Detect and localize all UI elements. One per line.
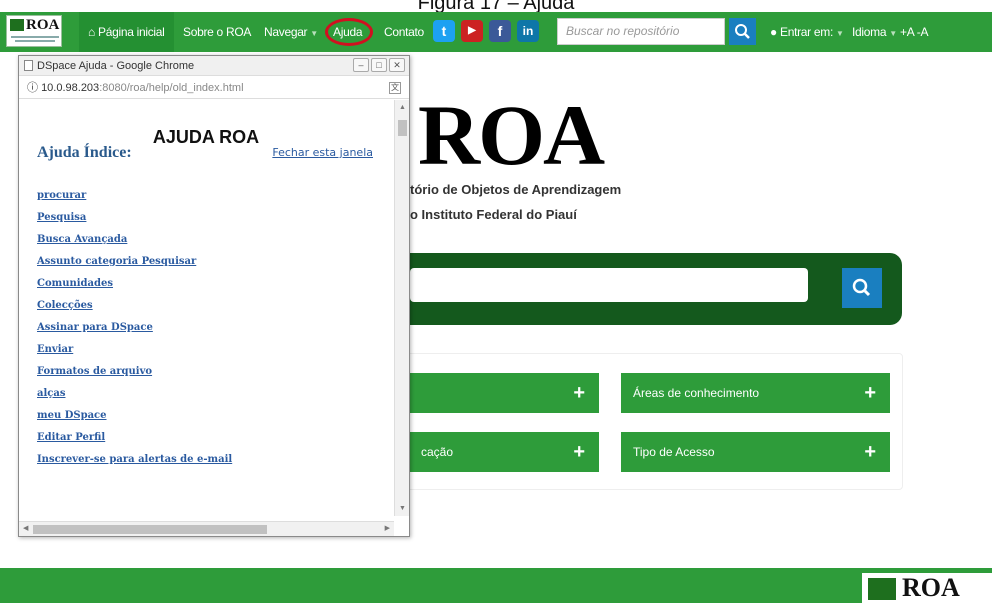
help-links-list: procurar Pesquisa Busca Avançada Assunto… xyxy=(37,190,232,476)
popup-title: DSpace Ajuda - Google Chrome xyxy=(37,60,195,72)
search-button[interactable] xyxy=(729,18,756,45)
scroll-thumb[interactable] xyxy=(33,525,267,534)
hero-search-button[interactable] xyxy=(842,268,882,308)
chevron-down-icon: ▼ xyxy=(836,29,844,38)
plus-icon: + xyxy=(573,382,585,404)
site-logo[interactable]: ROA xyxy=(6,15,62,47)
horizontal-scrollbar[interactable]: ◀ ▶ xyxy=(19,521,394,536)
nav-contact[interactable]: Contato xyxy=(384,12,424,52)
url-host: 10.0.98.203 xyxy=(41,82,100,94)
facebook-icon[interactable]: f xyxy=(489,20,511,42)
close-button[interactable]: ✕ xyxy=(389,58,405,72)
chevron-down-icon: ▼ xyxy=(889,29,897,38)
highlight-circle xyxy=(325,18,373,46)
scroll-left-icon[interactable]: ◀ xyxy=(23,524,28,532)
help-link[interactable]: Editar Perfil xyxy=(37,432,232,454)
nav-about[interactable]: Sobre o ROA xyxy=(183,12,251,52)
document-icon xyxy=(24,60,33,71)
maximize-button[interactable]: □ xyxy=(371,58,387,72)
help-link[interactable]: Inscrever-se para alertas de e-mail xyxy=(37,454,232,476)
logo-mark-icon xyxy=(10,19,24,31)
popup-titlebar[interactable]: DSpace Ajuda - Google Chrome – □ ✕ xyxy=(19,56,409,76)
help-link[interactable]: alças xyxy=(37,388,232,410)
language-label: Idioma xyxy=(852,25,887,39)
minimize-button[interactable]: – xyxy=(353,58,369,72)
translate-icon[interactable]: 文 xyxy=(389,82,401,94)
help-link[interactable]: Formatos de arquivo xyxy=(37,366,232,388)
category-label: cação xyxy=(421,445,454,459)
window-controls: – □ ✕ xyxy=(353,58,405,72)
plus-icon: + xyxy=(864,382,876,404)
help-link[interactable]: Busca Avançada xyxy=(37,234,232,256)
page: Figura 17 – Ajuda ROA ⌂ Página inicial S… xyxy=(0,0,992,603)
vertical-scrollbar[interactable]: ▲ ▼ xyxy=(394,100,409,516)
help-link[interactable]: Assinar para DSpace xyxy=(37,322,232,344)
footer-bar xyxy=(0,568,992,603)
help-link[interactable]: Enviar xyxy=(37,344,232,366)
top-navbar: ROA ⌂ Página inicial Sobre o ROA Navegar… xyxy=(0,12,992,52)
hero-search-bar xyxy=(380,253,902,325)
nav-home-label: Página inicial xyxy=(98,25,165,39)
plus-icon: + xyxy=(864,441,876,463)
youtube-icon[interactable]: ▶ xyxy=(461,20,483,42)
category-label: Tipo de Acesso xyxy=(633,445,715,459)
plus-icon: + xyxy=(573,441,585,463)
login-label: Entrar em: xyxy=(780,25,834,39)
tagline-line-1: tório de Objetos de Aprendizagem xyxy=(410,182,622,197)
scroll-up-icon[interactable]: ▲ xyxy=(399,104,406,111)
info-icon: ⓘ xyxy=(27,82,38,94)
help-link[interactable]: Comunidades xyxy=(37,278,232,300)
scroll-down-icon[interactable]: ▼ xyxy=(399,505,406,512)
help-popup-window: DSpace Ajuda - Google Chrome – □ ✕ ⓘ 10.… xyxy=(18,55,410,537)
url-path: :8080/roa/help/old_index.html xyxy=(99,82,244,94)
category-button-access[interactable]: Tipo de Acesso + xyxy=(621,432,890,472)
help-link[interactable]: procurar xyxy=(37,190,232,212)
address-bar[interactable]: ⓘ 10.0.98.203:8080/roa/help/old_index.ht… xyxy=(19,77,409,99)
help-link[interactable]: Colecções xyxy=(37,300,232,322)
linkedin-icon[interactable]: in xyxy=(517,20,539,42)
user-icon: ● xyxy=(770,25,777,39)
logo-subline xyxy=(11,36,59,38)
close-window-link[interactable]: Fechar esta janela xyxy=(272,146,373,159)
font-size-toggle[interactable]: +A -A xyxy=(900,12,928,52)
login-menu[interactable]: ● Entrar em: ▼ xyxy=(770,12,844,52)
help-link[interactable]: Assunto categoria Pesquisar xyxy=(37,256,232,278)
nav-home[interactable]: ⌂ Página inicial xyxy=(79,12,174,52)
home-icon: ⌂ xyxy=(88,25,95,39)
logo-mark-icon xyxy=(868,578,896,600)
search-icon xyxy=(735,24,750,39)
footer-logo-text: ROA xyxy=(902,573,960,602)
footer-logo: ROA xyxy=(862,573,992,603)
hero-logo: ROA xyxy=(418,87,605,183)
search-input[interactable]: Buscar no repositório xyxy=(557,18,725,45)
nav-browse[interactable]: Navegar ▼ xyxy=(264,12,318,52)
category-button-3[interactable]: cação + xyxy=(409,432,599,472)
chevron-down-icon: ▼ xyxy=(310,29,318,38)
language-menu[interactable]: Idioma ▼ xyxy=(852,12,897,52)
category-button-areas[interactable]: Áreas de conhecimento + xyxy=(621,373,890,413)
help-link[interactable]: meu DSpace xyxy=(37,410,232,432)
index-title: Ajuda Índice: xyxy=(37,144,132,161)
scroll-thumb[interactable] xyxy=(398,120,407,136)
logo-subline-2 xyxy=(15,40,55,42)
logo-text: ROA xyxy=(26,17,60,33)
hero-search-input[interactable] xyxy=(410,268,808,302)
twitter-icon[interactable]: t xyxy=(433,20,455,42)
category-button-1[interactable]: + xyxy=(409,373,599,413)
search-icon xyxy=(852,278,871,297)
help-link[interactable]: Pesquisa xyxy=(37,212,232,234)
category-label: Áreas de conhecimento xyxy=(633,386,760,400)
tagline-line-2: o Instituto Federal do Piauí xyxy=(410,207,577,222)
category-panel: + Áreas de conhecimento + cação + Tipo de … xyxy=(400,353,903,490)
index-header: Ajuda Índice: Fechar esta janela xyxy=(37,144,373,162)
nav-browse-label: Navegar xyxy=(264,25,308,39)
scroll-right-icon[interactable]: ▶ xyxy=(385,524,390,532)
